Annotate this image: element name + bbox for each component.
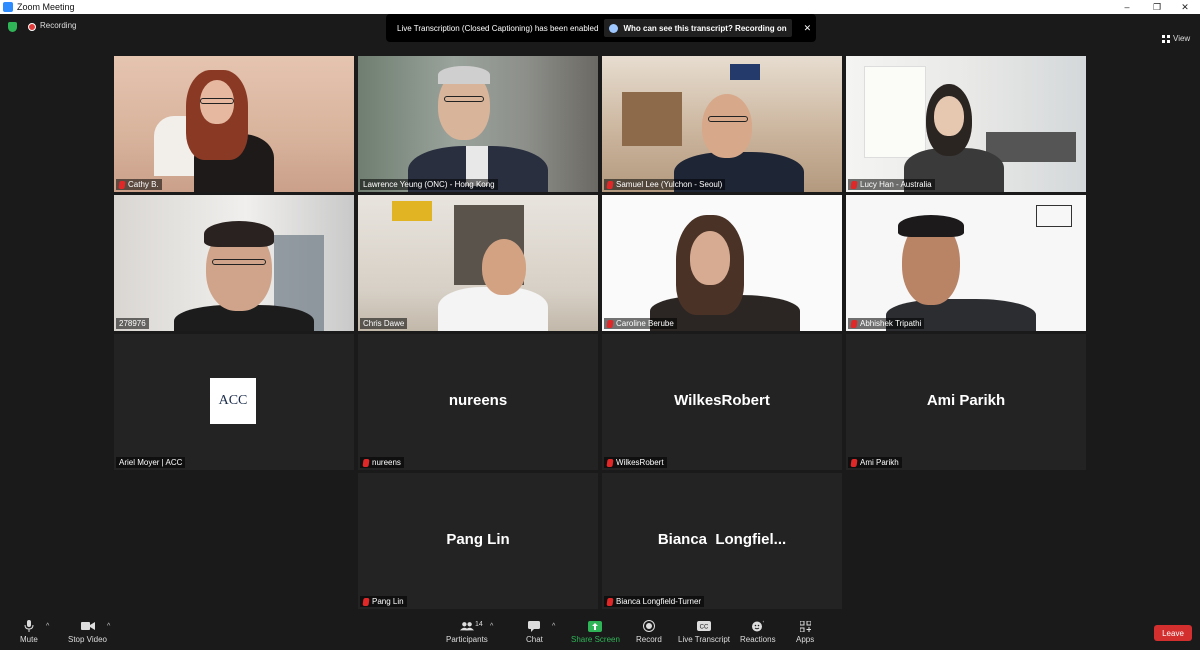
participant-name-label: Ariel Moyer | ACC [116, 457, 186, 468]
muted-mic-icon [606, 458, 614, 467]
close-banner-icon[interactable]: ✕ [804, 23, 812, 34]
video-tile-samuel[interactable]: Samuel Lee (Yulchon - Seoul) [602, 56, 842, 192]
record-button[interactable]: Record [636, 620, 662, 644]
video-feed [114, 56, 354, 192]
muted-mic-icon [606, 319, 614, 328]
recording-label: Recording [40, 21, 77, 30]
video-tile-bianca[interactable]: Bianca Longfiel... Bianca Longfield-Turn… [602, 473, 842, 609]
video-camera-icon [80, 620, 95, 632]
participant-display-name: Bianca Longfiel... [657, 531, 787, 548]
window-title: Zoom Meeting [17, 2, 75, 12]
transcript-info-link[interactable]: Who can see this transcript? Recording o… [604, 19, 792, 37]
participant-name-label: Ami Parikh [848, 457, 902, 468]
video-feed [846, 195, 1086, 331]
participant-name-label: Abhishek Tripathi [848, 318, 925, 329]
participant-name-label: Cathy B. [116, 179, 162, 190]
video-tile-lawrence[interactable]: Lawrence Yeung (ONC) - Hong Kong [358, 56, 598, 192]
video-feed [602, 195, 842, 331]
video-tile-cathy[interactable]: Cathy B. [114, 56, 354, 192]
video-tile-caroline[interactable]: Caroline Berube [602, 195, 842, 331]
video-feed [114, 195, 354, 331]
video-feed [358, 195, 598, 331]
video-tile-abhishek[interactable]: Abhishek Tripathi [846, 195, 1086, 331]
record-icon [642, 620, 656, 632]
participant-name-label: Caroline Berube [604, 318, 677, 329]
stop-video-button[interactable]: Stop Video [68, 620, 107, 644]
chat-options-caret[interactable]: ^ [552, 623, 555, 630]
svg-text:CC: CC [700, 625, 709, 631]
video-tile-ariel[interactable]: ACC Ariel Moyer | ACC [114, 334, 354, 470]
audio-options-caret[interactable]: ^ [46, 623, 49, 630]
participant-display-name: Ami Parikh [926, 392, 1006, 409]
muted-mic-icon [118, 180, 126, 189]
participant-display-name: WilkesRobert [674, 392, 770, 409]
video-tile-ami[interactable]: Ami Parikh Ami Parikh [846, 334, 1086, 470]
participant-name-label: Chris Dawe [360, 318, 408, 329]
smiley-plus-icon: + [751, 620, 765, 632]
share-screen-icon [588, 620, 603, 632]
mute-button[interactable]: Mute [20, 620, 38, 644]
video-tile-lucy[interactable]: Lucy Han - Australia [846, 56, 1086, 192]
apps-button[interactable]: Apps [796, 620, 814, 644]
muted-mic-icon [606, 180, 614, 189]
share-screen-button[interactable]: Share Screen [571, 620, 620, 644]
video-tile-pang[interactable]: Pang Lin Pang Lin [358, 473, 598, 609]
closed-caption-icon: CC [697, 620, 712, 632]
chat-button[interactable]: Chat [526, 620, 543, 644]
participant-name-label: Bianca Longfield-Turner [604, 596, 705, 607]
acc-logo: ACC [210, 378, 256, 424]
zoom-app-icon [3, 2, 13, 12]
participant-name-label: nureens [360, 457, 404, 468]
video-feed [358, 56, 598, 192]
video-feed [846, 56, 1086, 192]
video-feed [602, 56, 842, 192]
reactions-button[interactable]: + Reactions [740, 620, 776, 644]
apps-icon [798, 620, 812, 632]
banner-message: Live Transcription (Closed Captioning) h… [397, 23, 599, 33]
close-button[interactable]: ✕ [1170, 0, 1200, 14]
participants-options-caret[interactable]: ^ [490, 623, 493, 630]
title-bar: Zoom Meeting – ❐ ✕ [0, 0, 1200, 14]
transcription-banner: Live Transcription (Closed Captioning) h… [386, 14, 816, 42]
microphone-icon [22, 620, 36, 632]
view-button[interactable]: View [1162, 34, 1190, 43]
video-options-caret[interactable]: ^ [107, 623, 110, 630]
muted-mic-icon [850, 319, 858, 328]
muted-mic-icon [362, 458, 370, 467]
transcript-info-label: Who can see this transcript? Recording o… [623, 23, 787, 33]
video-tile-nureens[interactable]: nureens nureens [358, 334, 598, 470]
participant-name-label: Lucy Han - Australia [848, 179, 935, 190]
gallery-grid-icon [1162, 34, 1170, 43]
restore-button[interactable]: ❐ [1142, 0, 1172, 14]
muted-mic-icon [850, 180, 858, 189]
meeting-controls-toolbar: Mute ^ Stop Video ^ Participants 14 ^ Ch… [0, 612, 1200, 650]
participant-name-label: Lawrence Yeung (ONC) - Hong Kong [360, 179, 498, 190]
leave-button[interactable]: Leave [1154, 625, 1192, 641]
video-tile-wilkesrobert[interactable]: WilkesRobert WilkesRobert [602, 334, 842, 470]
participants-icon [459, 620, 474, 632]
muted-mic-icon [362, 597, 370, 606]
svg-text:+: + [763, 620, 765, 624]
people-icon [609, 23, 619, 33]
participant-display-name: nureens [448, 392, 508, 409]
chat-bubble-icon [527, 620, 541, 632]
video-tile-chris[interactable]: Chris Dawe [358, 195, 598, 331]
muted-mic-icon [850, 458, 858, 467]
view-label: View [1173, 34, 1191, 43]
participant-display-name: Pang Lin [446, 531, 510, 548]
participants-count: 14 [475, 621, 483, 628]
minimize-button[interactable]: – [1112, 0, 1142, 14]
recording-icon [28, 23, 36, 31]
participant-name-label: Samuel Lee (Yulchon - Seoul) [604, 179, 726, 190]
security-shield-icon[interactable] [8, 22, 17, 32]
muted-mic-icon [606, 597, 614, 606]
participant-name-label: 278976 [116, 318, 149, 329]
participant-name-label: Pang Lin [360, 596, 407, 607]
video-tile-278976[interactable]: 278976 [114, 195, 354, 331]
participant-name-label: WilkesRobert [604, 457, 667, 468]
live-transcript-button[interactable]: CC Live Transcript [678, 620, 730, 644]
